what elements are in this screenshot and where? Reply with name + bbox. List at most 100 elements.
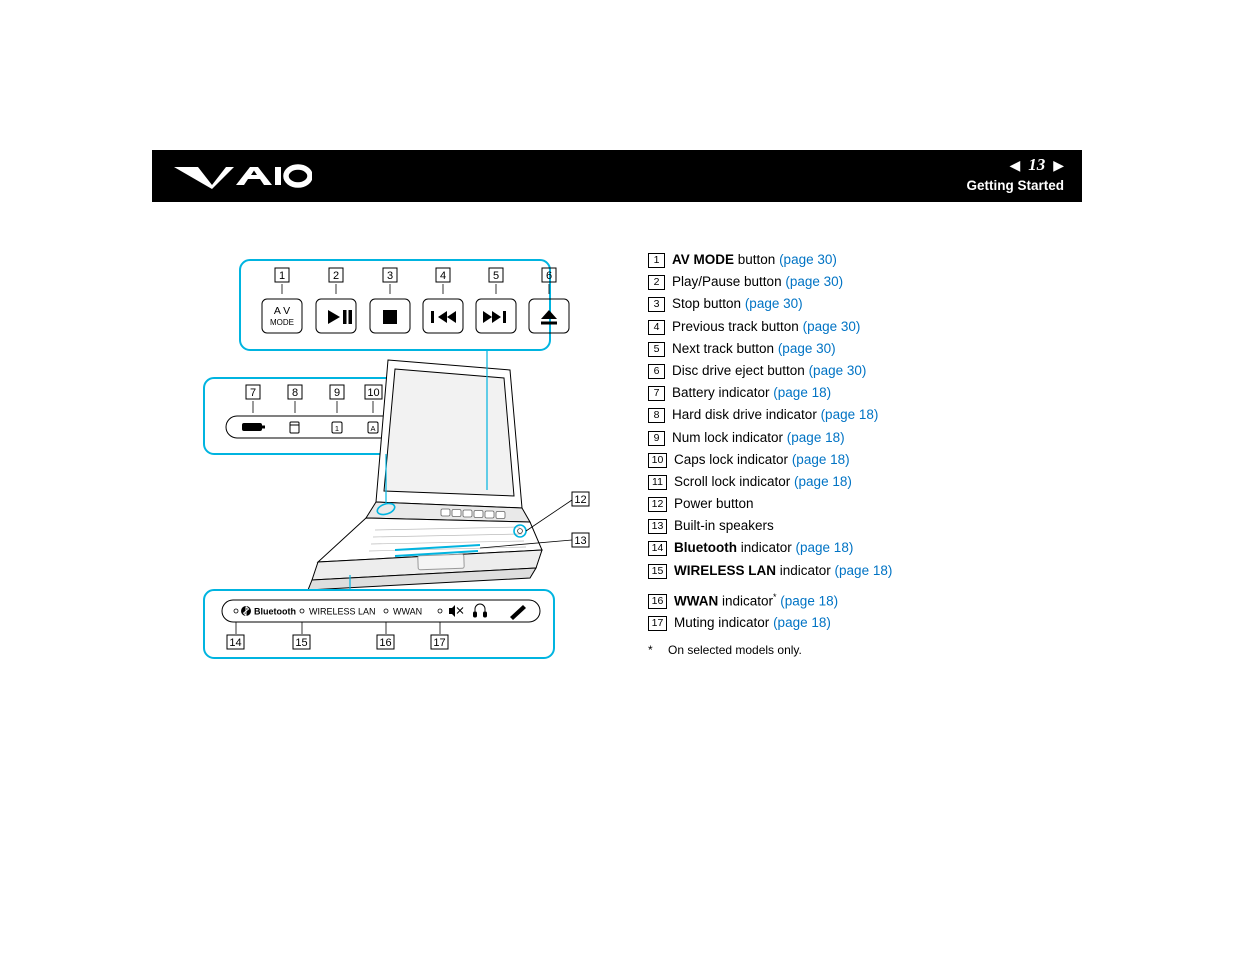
page-header: ◀ 13 ▶ Getting Started: [152, 150, 1082, 202]
legend-number-2: 2: [648, 275, 665, 291]
svg-text:1: 1: [279, 270, 285, 282]
legend-label-9: Num lock indicator: [672, 429, 787, 445]
legend-bold-1: AV MODE: [672, 252, 735, 267]
callout-12: 12: [525, 491, 590, 532]
hard-disk-icon: [289, 421, 300, 434]
legend-item-3: 3 Stop button (page 30): [648, 296, 1078, 313]
legend-number-16: 16: [648, 594, 667, 610]
legend-label-12: Power button: [674, 496, 754, 512]
legend-pageref-5[interactable]: (page 30): [778, 341, 836, 356]
svg-text:10: 10: [367, 387, 379, 399]
legend-pageref-11[interactable]: (page 18): [794, 474, 852, 489]
page-number: 13: [1028, 155, 1046, 174]
legend-number-9: 9: [648, 430, 665, 446]
header-section-title: Getting Started: [966, 178, 1064, 193]
legend-label-13: Built-in speakers: [674, 518, 774, 534]
legend-number-11: 11: [648, 474, 667, 490]
legend-pageref-6[interactable]: (page 30): [809, 363, 867, 378]
av-mode-label-top: A V: [274, 305, 290, 317]
legend-number-3: 3: [648, 297, 665, 313]
previous-track-icon: [431, 311, 456, 323]
svg-text:8: 8: [292, 387, 298, 399]
legend-item-15: 15 WIRELESS LAN indicator (page 18): [648, 563, 1078, 580]
svg-text:1: 1: [335, 424, 339, 433]
legend-label-1: button: [734, 252, 780, 267]
headphone-icon: [473, 603, 487, 618]
svg-text:15: 15: [295, 637, 307, 649]
legend-number-14: 14: [648, 541, 667, 557]
legend-number-12: 12: [648, 497, 667, 513]
legend-label-4: Previous track button: [672, 318, 803, 334]
legend-item-11: 11 Scroll lock indicator (page 18): [648, 474, 1078, 491]
legend-pageref-4[interactable]: (page 30): [803, 319, 861, 334]
legend-bold-15: WIRELESS LAN: [674, 562, 777, 578]
play-pause-icon: [328, 310, 352, 324]
svg-text:14: 14: [229, 637, 241, 649]
legend-pageref-8[interactable]: (page 18): [821, 407, 879, 422]
footnote-marker: *: [648, 643, 653, 658]
svg-text:6: 6: [546, 270, 552, 282]
legend-pageref-9[interactable]: (page 18): [787, 430, 845, 445]
svg-text:A: A: [370, 424, 375, 433]
wireless-lan-label: WIRELESS LAN: [309, 607, 376, 617]
legend-label-5: Next track button: [672, 340, 778, 356]
legend-pageref-10[interactable]: (page 18): [792, 452, 850, 467]
svg-text:3: 3: [387, 270, 393, 282]
legend-label-11: Scroll lock indicator: [674, 473, 795, 489]
svg-text:2: 2: [333, 270, 339, 282]
legend-item-1: 1 AV MODE button (page 30): [648, 252, 1078, 269]
legend-bold-14: Bluetooth: [674, 540, 737, 556]
legend-number-6: 6: [648, 363, 665, 379]
legend-label-8: Hard disk drive indicator: [672, 407, 821, 423]
legend-label-14: indicator: [737, 540, 796, 556]
legend-label-2: Play/Pause button: [672, 274, 786, 290]
legend-label-15: indicator: [776, 562, 835, 578]
legend-number-1: 1: [648, 253, 665, 268]
legend-pageref-2[interactable]: (page 30): [785, 274, 843, 289]
prev-page-arrow-icon[interactable]: ◀: [1009, 158, 1020, 172]
legend-pageref-1[interactable]: (page 30): [779, 252, 837, 267]
legend-item-13: 13 Built-in speakers: [648, 518, 1078, 535]
svg-text:17: 17: [433, 637, 445, 649]
legend-pageref-17[interactable]: (page 18): [773, 615, 831, 630]
bluetooth-label: Bluetooth: [254, 607, 296, 617]
legend-item-17: 17 Muting indicator (page 18): [648, 615, 1078, 632]
legend-item-7: 7 Battery indicator (page 18): [648, 385, 1078, 402]
legend-label-10: Caps lock indicator: [674, 451, 792, 467]
next-page-arrow-icon[interactable]: ▶: [1053, 158, 1064, 172]
muting-icon: [449, 605, 464, 617]
legend-item-6: 6 Disc drive eject button (page 30): [648, 363, 1078, 380]
legend-pageref-7[interactable]: (page 18): [773, 385, 831, 400]
component-legend-list: 1 AV MODE button (page 30) 2 Play/Pause …: [648, 252, 1078, 657]
legend-label-17: Muting indicator: [674, 615, 774, 631]
legend-pageref-14[interactable]: (page 18): [796, 540, 854, 555]
front-indicator-panel: Bluetooth WIRELESS LAN WWAN 14 15 16 17: [203, 575, 555, 659]
legend-item-10: 10 Caps lock indicator (page 18): [648, 452, 1078, 469]
vaio-logo: [174, 164, 312, 189]
svg-text:9: 9: [334, 387, 340, 399]
legend-item-14: 14 Bluetooth indicator (page 18): [648, 540, 1078, 557]
svg-text:7: 7: [250, 387, 256, 399]
legend-pageref-16[interactable]: (page 18): [777, 593, 838, 608]
legend-pageref-3[interactable]: (page 30): [745, 296, 803, 311]
svg-text:16: 16: [379, 637, 391, 649]
laptop-diagram: 1 2 3 4 5 6 A V MODE 7 8 9 10 1 A 12 13 …: [190, 250, 620, 670]
eject-icon: [541, 310, 557, 325]
svg-text:13: 13: [574, 535, 586, 547]
legend-number-10: 10: [648, 452, 667, 468]
num-lock-icon: 1: [331, 421, 343, 434]
legend-pageref-15[interactable]: (page 18): [835, 563, 893, 578]
legend-label-16: indicator: [718, 593, 774, 609]
legend-number-5: 5: [648, 341, 665, 357]
svg-text:4: 4: [440, 270, 446, 282]
legend-label-7: Battery indicator: [672, 385, 774, 401]
legend-item-9: 9 Num lock indicator (page 18): [648, 430, 1078, 447]
legend-number-7: 7: [648, 386, 665, 402]
legend-number-4: 4: [648, 319, 665, 335]
header-pagination: ◀ 13 ▶: [1009, 155, 1064, 175]
caps-lock-icon: A: [367, 421, 379, 434]
av-mode-label-bottom: MODE: [270, 318, 294, 327]
battery-icon: [242, 423, 265, 431]
legend-number-17: 17: [648, 616, 667, 632]
svg-text:12: 12: [574, 494, 586, 506]
